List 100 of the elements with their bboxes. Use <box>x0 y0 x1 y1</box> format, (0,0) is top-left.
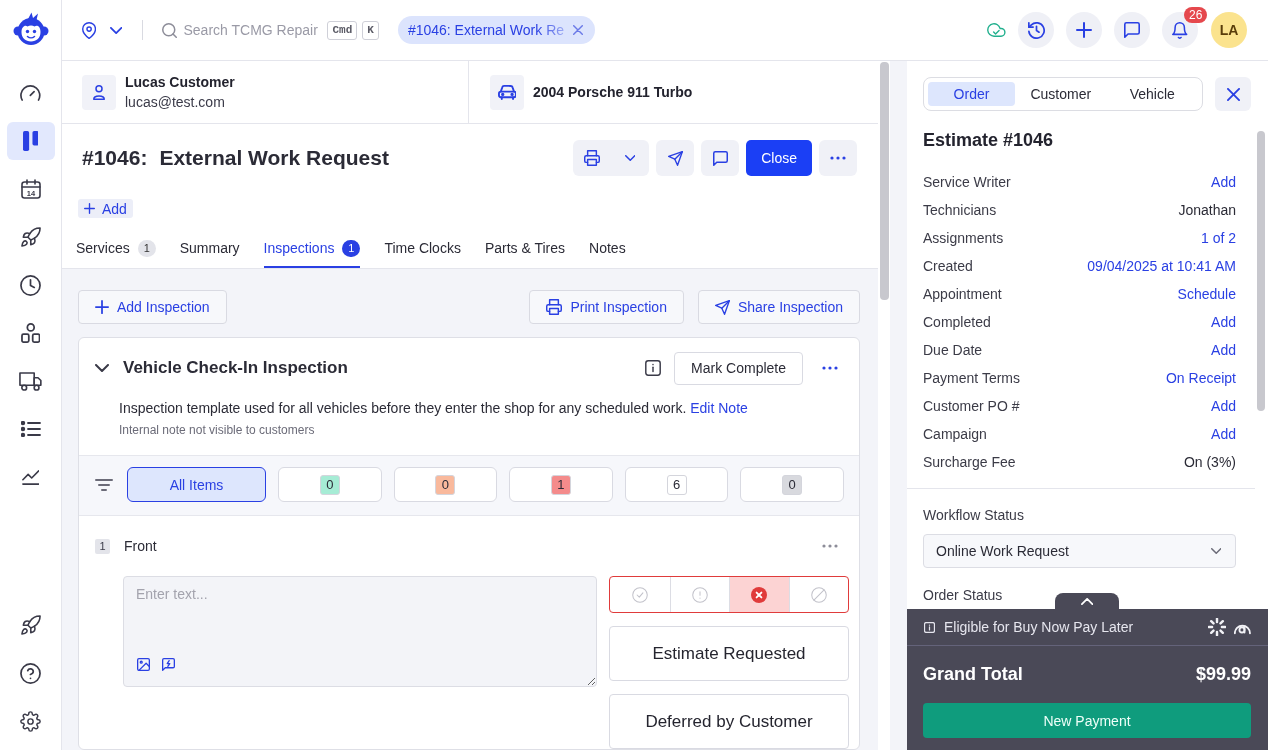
field-link[interactable]: Add <box>1211 314 1236 330</box>
close-order-button[interactable]: Close <box>746 140 812 176</box>
tab[interactable]: Summary <box>179 230 240 268</box>
rocket-icon <box>20 227 41 247</box>
field-link[interactable]: Add <box>1211 174 1236 190</box>
sidebar-item[interactable] <box>6 122 55 160</box>
more-icon <box>822 544 838 548</box>
workflow-status-select[interactable]: Online Work Request <box>923 534 1236 568</box>
alert-circle-icon <box>691 586 708 603</box>
edit-note-link[interactable]: Edit Note <box>690 400 748 416</box>
search-field[interactable]: Search TCMG Repair <box>183 22 324 38</box>
history-button[interactable] <box>1018 12 1054 48</box>
field-link[interactable]: On Receipt <box>1165 370 1236 386</box>
send-icon <box>714 299 730 315</box>
grand-total-value: $99.99 <box>1195 663 1251 685</box>
filter-button[interactable]: 0 <box>393 467 498 502</box>
truck-icon <box>19 371 42 391</box>
add-button[interactable] <box>1066 12 1102 48</box>
count-badge: 1 <box>137 239 156 257</box>
add-button[interactable]: Add <box>78 199 133 218</box>
estimate-title: Estimate #1046 <box>923 129 1054 152</box>
chat-icon <box>712 150 728 166</box>
filter-button[interactable]: 6 <box>624 467 729 502</box>
close-panel-button[interactable] <box>1215 77 1251 111</box>
trend-chart-icon <box>21 469 40 485</box>
field-link[interactable]: Schedule <box>1177 286 1236 302</box>
close-tab-button[interactable] <box>573 25 584 35</box>
vehicle-name[interactable]: 2004 Porsche 911 Turbo <box>533 82 693 102</box>
recommendation-button[interactable]: Estimate Requested <box>609 626 849 681</box>
field-label: Campaign <box>923 426 987 442</box>
field-label: Customer PO # <box>923 398 1020 414</box>
close-icon <box>573 25 584 35</box>
filter-button[interactable]: 0 <box>740 467 844 502</box>
field-link[interactable]: 1 of 2 <box>1200 230 1236 246</box>
tab[interactable]: Parts & Tires <box>484 230 566 268</box>
customer-name[interactable]: Lucas Customer <box>125 72 235 92</box>
tab[interactable]: Services 1 <box>76 230 156 268</box>
panel-tab[interactable]: Customer <box>1015 82 1107 106</box>
field-label: Service Writer <box>923 174 1011 190</box>
list-icon <box>20 421 41 437</box>
field-label: Due Date <box>923 342 983 358</box>
mark-complete-button[interactable]: Mark Complete <box>674 351 803 385</box>
shortcut-key: K <box>362 20 379 40</box>
help-icon <box>20 662 41 684</box>
scrollbar[interactable] <box>1257 131 1265 411</box>
image-icon <box>137 658 150 671</box>
filter-icon <box>95 478 113 491</box>
count-badge: 1 <box>342 239 361 257</box>
scrollbar[interactable] <box>880 62 889 300</box>
expand-handle[interactable] <box>1055 593 1119 610</box>
map-pin-icon <box>82 21 97 39</box>
more-icon <box>822 366 838 370</box>
field-link[interactable]: Add <box>1211 342 1236 358</box>
notes-field[interactable]: Enter text... <box>123 576 597 687</box>
inspection-note: Inspection template used for all vehicles before they enter the shop for any scheduled work. Edit Note <box>119 399 748 418</box>
collapse-toggle[interactable] <box>95 364 109 372</box>
filter-button[interactable]: 0 <box>278 467 382 502</box>
filter-button[interactable]: 1 <box>509 467 613 502</box>
count-badge: 0 <box>435 474 456 495</box>
field-link[interactable]: Add <box>1211 426 1236 442</box>
grand-total-label: Grand Total <box>923 663 1023 685</box>
field-link[interactable]: 09/04/2025 at 10:41 AM <box>1087 258 1236 274</box>
bell-icon <box>1172 21 1188 39</box>
info-icon <box>645 360 662 376</box>
chevron-down-icon <box>624 155 636 161</box>
cloud-check-icon <box>987 23 1006 37</box>
tab[interactable]: Time Clocks <box>384 230 461 268</box>
gauge-icon <box>20 85 41 101</box>
chat-icon <box>1124 22 1140 38</box>
workflow-status-label: Workflow Status <box>923 506 1024 525</box>
chat-bolt-icon <box>162 658 175 671</box>
info-icon <box>924 621 935 633</box>
messages-button[interactable] <box>1114 12 1150 48</box>
panel-tab[interactable]: Vehicle <box>1106 82 1198 106</box>
count-badge: 0 <box>782 474 803 495</box>
user-avatar[interactable]: LA <box>1211 12 1247 48</box>
filter-button[interactable]: All Items <box>127 467 266 502</box>
message-button[interactable] <box>701 140 740 176</box>
history-icon <box>1027 21 1045 39</box>
monkey-logo-icon[interactable] <box>12 12 49 46</box>
status-option[interactable] <box>729 577 789 612</box>
add-inspection-button[interactable]: Add Inspection <box>78 290 227 324</box>
print-inspection-button[interactable]: Print Inspection <box>529 290 684 324</box>
order-status-label: Order Status <box>923 586 1003 605</box>
open-tab[interactable]: #1046: External Work Re <box>397 16 596 44</box>
settings-icon <box>20 710 41 732</box>
field-link[interactable]: Add <box>1211 398 1236 414</box>
customer-email: lucas@test.com <box>125 93 226 112</box>
plus-icon <box>84 203 95 214</box>
location-picker[interactable] <box>82 21 123 39</box>
recommendation-button[interactable]: Deferred by Customer <box>609 694 849 749</box>
quick-reply-button[interactable] <box>162 658 175 671</box>
print-button[interactable] <box>573 140 612 176</box>
panel-tab[interactable]: Order <box>928 82 1015 106</box>
share-inspection-button[interactable]: Share Inspection <box>697 290 860 324</box>
attach-image-button[interactable] <box>137 658 150 671</box>
x-circle-icon <box>751 586 768 603</box>
financing-note: Eligible for Buy Now Pay Later <box>944 619 1134 635</box>
tab[interactable]: Notes <box>589 230 626 268</box>
send-button[interactable] <box>656 140 695 176</box>
